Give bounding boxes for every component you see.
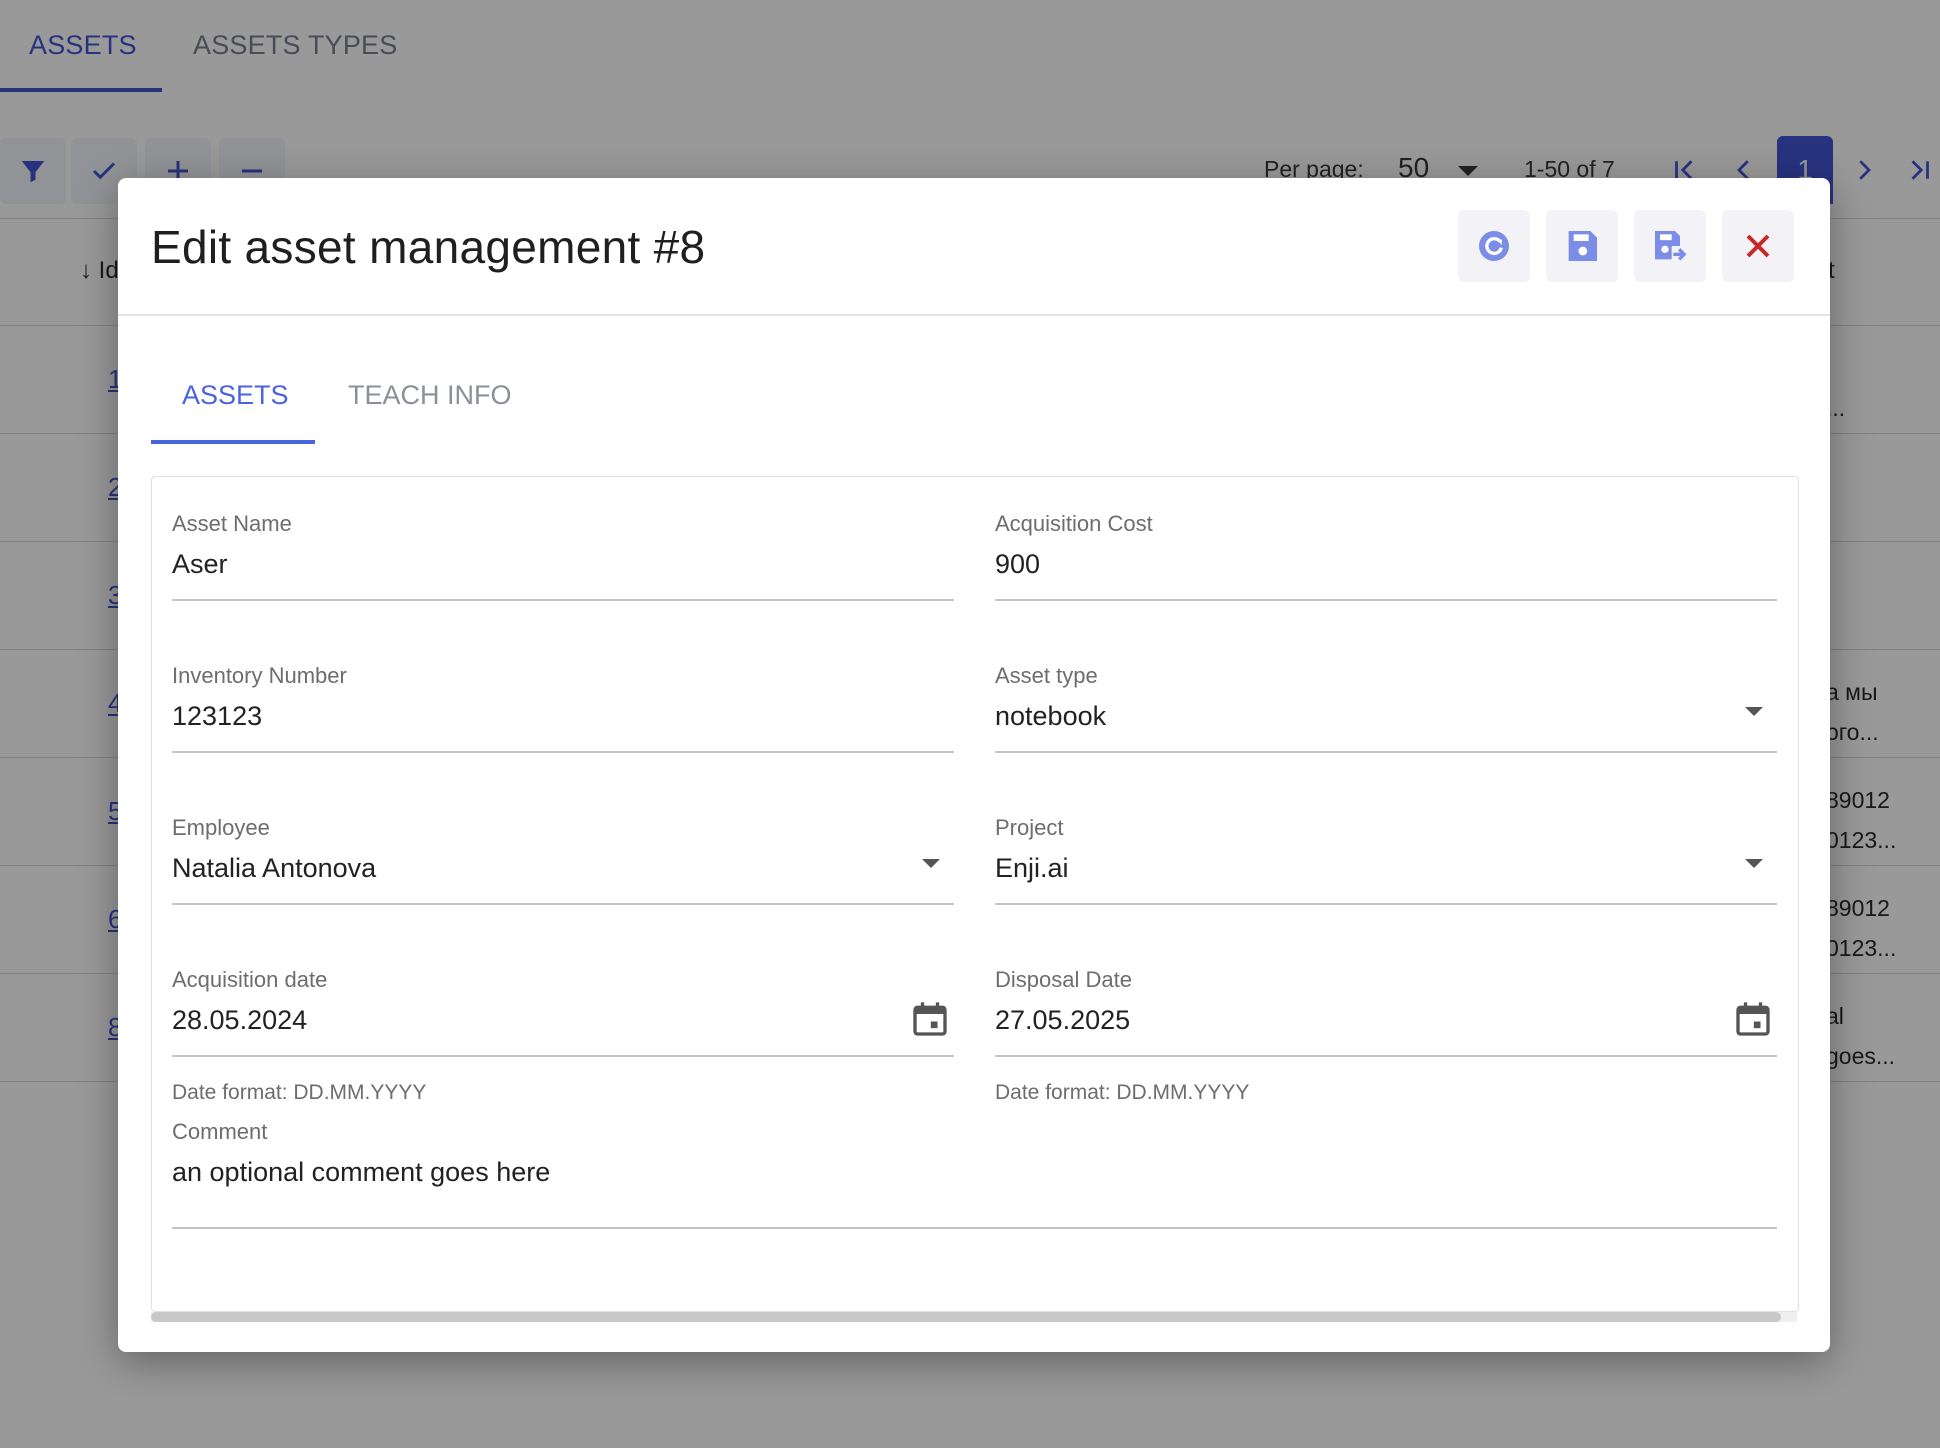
save-icon <box>1568 231 1597 261</box>
employee-label: Employee <box>172 815 270 840</box>
asset-form: Asset Name Aser Acquisition Cost 900 Inv… <box>151 476 1799 1312</box>
asset-type-value[interactable]: notebook <box>995 701 1106 732</box>
calendar-icon[interactable] <box>910 997 950 1041</box>
disposal-date-field[interactable]: Disposal Date 27.05.2025 <box>995 955 1777 1057</box>
scrollbar-thumb[interactable] <box>151 1312 1781 1322</box>
acquisition-cost-input[interactable]: 900 <box>995 549 1040 580</box>
save-and-continue-icon <box>1655 231 1687 261</box>
asset-name-label: Asset Name <box>172 511 292 536</box>
close-button[interactable] <box>1722 210 1794 282</box>
refresh-icon <box>1479 231 1509 261</box>
calendar-icon[interactable] <box>1733 997 1773 1041</box>
dialog-header: Edit asset management #8 <box>118 178 1830 316</box>
acquisition-date-helper: Date format: DD.MM.YYYY <box>172 1081 427 1104</box>
acquisition-cost-label: Acquisition Cost <box>995 511 1153 536</box>
inventory-number-label: Inventory Number <box>172 663 347 688</box>
save-and-continue-button[interactable] <box>1634 210 1706 282</box>
chevron-down-icon[interactable] <box>1745 859 1763 868</box>
inventory-number-input[interactable]: 123123 <box>172 701 262 732</box>
inventory-number-field[interactable]: Inventory Number 123123 <box>172 651 954 753</box>
employee-select[interactable]: Employee Natalia Antonova <box>172 803 954 905</box>
acquisition-date-label: Acquisition date <box>172 967 328 992</box>
asset-type-select[interactable]: Asset type notebook <box>995 651 1777 753</box>
active-tab-indicator <box>151 440 315 444</box>
acquisition-date-field[interactable]: Acquisition date 28.05.2024 <box>172 955 954 1057</box>
acquisition-date-input[interactable]: 28.05.2024 <box>172 1005 307 1036</box>
tab-teach-info[interactable]: TEACH INFO <box>348 380 512 411</box>
save-button[interactable] <box>1546 210 1618 282</box>
comment-label: Comment <box>172 1119 268 1144</box>
disposal-date-helper: Date format: DD.MM.YYYY <box>995 1081 1250 1104</box>
comment-input[interactable]: an optional comment goes here <box>172 1157 550 1188</box>
employee-value[interactable]: Natalia Antonova <box>172 853 376 884</box>
disposal-date-input[interactable]: 27.05.2025 <box>995 1005 1130 1036</box>
asset-name-field[interactable]: Asset Name Aser <box>172 499 954 601</box>
project-label: Project <box>995 815 1064 840</box>
tab-assets[interactable]: ASSETS <box>182 380 289 411</box>
asset-name-input[interactable]: Aser <box>172 549 228 580</box>
comment-field[interactable]: Comment an optional comment goes here <box>172 1107 1777 1229</box>
horizontal-scrollbar[interactable] <box>151 1312 1797 1322</box>
close-icon <box>1746 234 1770 258</box>
refresh-button[interactable] <box>1458 210 1530 282</box>
edit-asset-dialog: Edit asset management #8 ASSETS TEACH IN… <box>118 178 1830 1352</box>
chevron-down-icon[interactable] <box>922 859 940 868</box>
disposal-date-label: Disposal Date <box>995 967 1132 992</box>
dialog-title: Edit asset management #8 <box>151 221 706 273</box>
project-select[interactable]: Project Enji.ai <box>995 803 1777 905</box>
asset-type-label: Asset type <box>995 663 1098 688</box>
project-value[interactable]: Enji.ai <box>995 853 1069 884</box>
acquisition-cost-field[interactable]: Acquisition Cost 900 <box>995 499 1777 601</box>
chevron-down-icon[interactable] <box>1745 707 1763 716</box>
